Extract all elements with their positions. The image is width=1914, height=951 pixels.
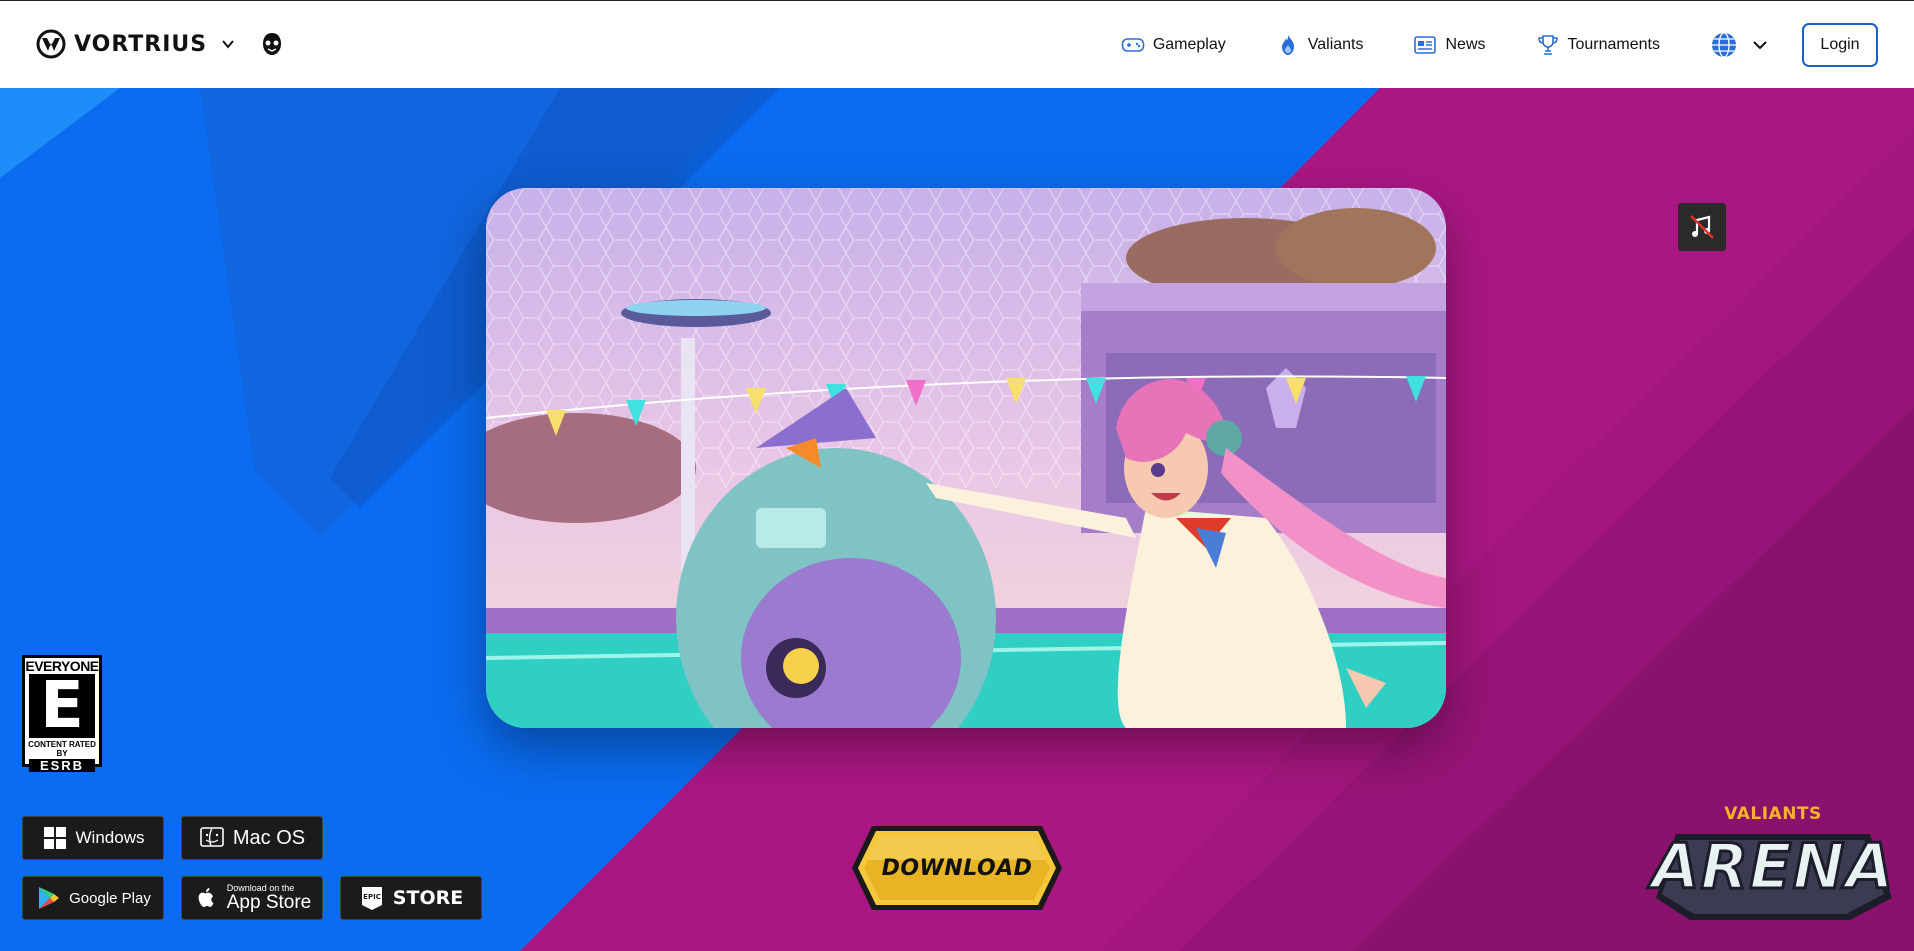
hero-video[interactable] [486,188,1446,728]
download-button[interactable]: DOWNLOAD [850,824,1064,912]
chevron-down-icon[interactable] [221,37,235,51]
esrb-logo-text: ESRB [29,759,95,772]
globe-icon [1712,32,1736,58]
brand[interactable]: VORTRIUS [36,29,285,59]
macos-label: Mac OS [232,826,306,849]
nav-news-label: News [1445,36,1486,53]
esrb-rating-badge: EVERYONE E CONTENT RATED BY ESRB [22,655,102,772]
chevron-down-icon [1753,41,1767,50]
mac-finder-icon [200,827,224,847]
nav-tournaments[interactable]: Tournaments [1536,23,1661,67]
hero-section: EVERYONE E CONTENT RATED BY ESRB Windows… [0,88,1914,951]
nav-gameplay[interactable]: Gameplay [1121,23,1226,67]
valiants-arena-logo: VALIANTS ARENA [1650,804,1896,922]
music-toggle-button[interactable] [1678,203,1726,251]
site-header: VORTRIUS Gameplay Valiants News Tourname… [0,0,1914,88]
windows-label: Windows [75,828,145,847]
epic-store-button[interactable]: EPIC STORE [340,876,482,920]
nav-valiants[interactable]: Valiants [1276,23,1364,67]
valiant-mask-icon[interactable] [259,31,285,57]
newspaper-icon [1414,36,1437,54]
logo-arena-text: ARENA [1650,829,1895,905]
gamepad-icon [1121,38,1145,52]
trophy-icon [1537,35,1558,55]
main-nav: Gameplay Valiants News Tournaments Login [1121,23,1878,67]
brand-name: VORTRIUS [74,31,208,57]
epic-games-icon: EPIC [361,887,382,910]
nav-valiants-label: Valiants [1307,36,1364,53]
nav-tournaments-label: Tournaments [1567,36,1661,53]
windows-download-button[interactable]: Windows [22,816,164,860]
music-off-icon [1690,215,1714,239]
google-play-button[interactable]: Google Play [22,876,164,920]
language-selector[interactable] [1710,31,1768,59]
windows-icon [43,827,66,849]
nav-news[interactable]: News [1413,23,1486,67]
google-play-icon [39,887,60,909]
esrb-content-line: CONTENT RATED BY [28,740,96,758]
epic-badge-text: EPIC [363,893,381,901]
google-play-label: Google Play [69,889,151,907]
nav-gameplay-label: Gameplay [1152,36,1226,53]
vortrius-logo-icon [36,29,66,59]
download-label: DOWNLOAD [881,855,1033,881]
flame-icon [1281,35,1294,55]
hero-artwork [486,188,1446,728]
macos-download-button[interactable]: Mac OS [181,816,323,860]
login-button[interactable]: Login [1802,23,1878,67]
esrb-rating-letter: E [29,674,95,738]
epic-store-label: STORE [392,887,464,909]
app-store-button[interactable]: Download on the App Store [181,876,323,920]
app-store-label: App Store [226,892,312,913]
logo-valiants-text: VALIANTS [1724,804,1822,824]
apple-icon [198,888,214,907]
